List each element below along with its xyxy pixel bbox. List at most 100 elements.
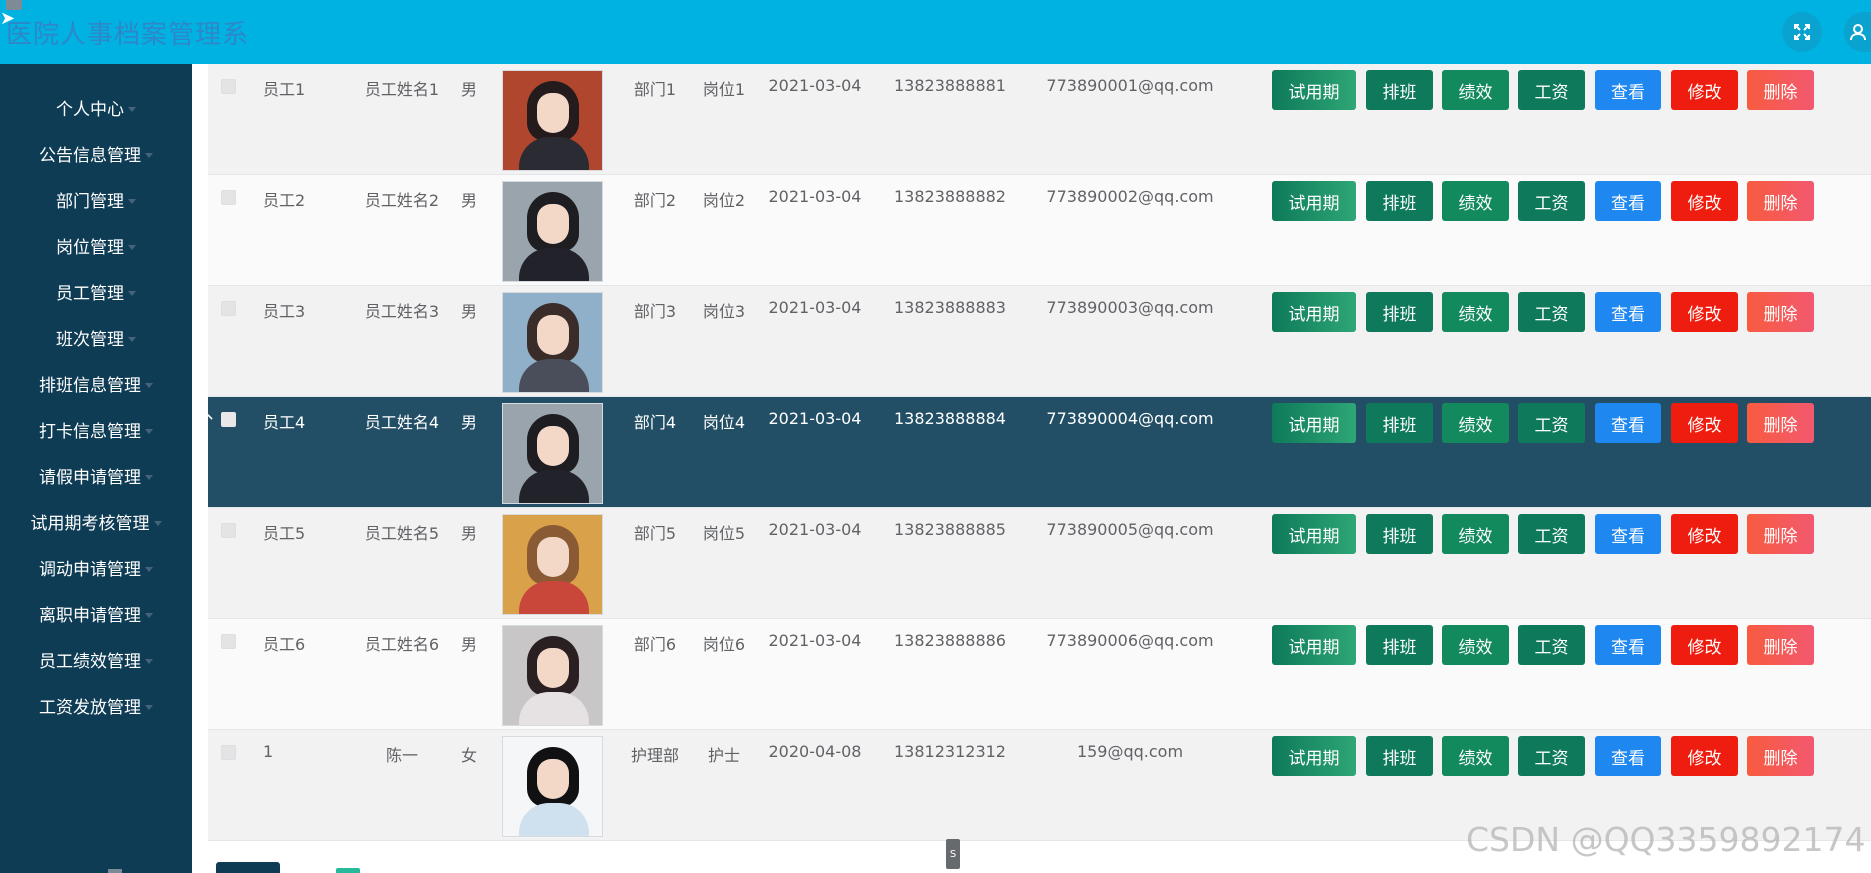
edit-button[interactable]: 修改 [1671,403,1738,443]
wage-button[interactable]: 工资 [1518,292,1585,332]
performance-button[interactable]: 绩效 [1442,625,1509,665]
table-row[interactable]: 员工1 员工姓名1 男 部门1 岗位1 2021-03-04 138238888… [208,64,1871,175]
sidebar-item-notice[interactable]: 公告信息管理 [0,130,192,176]
schedule-button[interactable]: 排班 [1366,736,1433,776]
performance-button[interactable]: 绩效 [1442,292,1509,332]
sidebar-item-personal-center[interactable]: 个人中心 [0,84,192,130]
probation-button[interactable]: 试用期 [1272,625,1356,665]
delete-button[interactable]: 删除 [1747,625,1814,665]
employee-name: 员工姓名1 [364,80,440,99]
performance-button[interactable]: 绩效 [1442,403,1509,443]
edit-button[interactable]: 修改 [1671,625,1738,665]
row-checkbox[interactable] [221,412,236,427]
schedule-button[interactable]: 排班 [1366,514,1433,554]
employee-photo[interactable] [502,514,603,615]
sidebar-item-label: 岗位管理 [56,237,124,258]
sidebar-item-resignation[interactable]: 离职申请管理 [0,590,192,636]
fullscreen-button[interactable] [1782,12,1822,52]
sidebar-item-shift[interactable]: 班次管理 [0,314,192,360]
pagination-button[interactable] [336,868,360,873]
delete-button[interactable]: 删除 [1747,403,1814,443]
view-button[interactable]: 查看 [1595,625,1661,665]
chevron-down-icon [153,520,162,526]
performance-button[interactable]: 绩效 [1442,181,1509,221]
photo-face [537,648,569,688]
delete-button[interactable]: 删除 [1747,736,1814,776]
pagination-button[interactable] [216,862,280,873]
view-button[interactable]: 查看 [1595,181,1661,221]
sidebar-item-wage[interactable]: 工资发放管理 [0,682,192,728]
table-row[interactable]: 员工5 员工姓名5 男 部门5 岗位5 2021-03-04 138238888… [208,508,1871,619]
probation-button[interactable]: 试用期 [1272,292,1356,332]
edit-button[interactable]: 修改 [1671,736,1738,776]
row-checkbox[interactable] [221,634,236,649]
employee-join-date: 2021-03-04 [768,631,862,650]
view-button[interactable]: 查看 [1595,403,1661,443]
scroll-tag[interactable]: S [946,839,960,869]
probation-button[interactable]: 试用期 [1272,181,1356,221]
edit-button[interactable]: 修改 [1671,181,1738,221]
wage-button[interactable]: 工资 [1518,514,1585,554]
sidebar-item-label: 班次管理 [56,329,124,350]
edit-button[interactable]: 修改 [1671,514,1738,554]
schedule-button[interactable]: 排班 [1366,625,1433,665]
sidebar-item-clock-in[interactable]: 打卡信息管理 [0,406,192,452]
row-checkbox[interactable] [221,523,236,538]
view-button[interactable]: 查看 [1595,70,1661,110]
employee-photo[interactable] [502,292,603,393]
probation-button[interactable]: 试用期 [1272,736,1356,776]
watermark: CSDN @QQ3359892174 [1466,820,1866,859]
row-checkbox[interactable] [221,745,236,760]
row-checkbox[interactable] [221,190,236,205]
sidebar-item-label: 排班信息管理 [39,375,141,396]
wage-button[interactable]: 工资 [1518,403,1585,443]
sidebar-item-post[interactable]: 岗位管理 [0,222,192,268]
schedule-button[interactable]: 排班 [1366,181,1433,221]
table-row[interactable]: 员工3 员工姓名3 男 部门3 岗位3 2021-03-04 138238888… [208,286,1871,397]
delete-button[interactable]: 删除 [1747,292,1814,332]
employee-photo[interactable] [502,403,603,504]
delete-button[interactable]: 删除 [1747,70,1814,110]
performance-button[interactable]: 绩效 [1442,70,1509,110]
schedule-button[interactable]: 排班 [1366,70,1433,110]
row-checkbox[interactable] [221,79,236,94]
sidebar-item-probation[interactable]: 试用期考核管理 [0,498,192,544]
edit-button[interactable]: 修改 [1671,292,1738,332]
wage-button[interactable]: 工资 [1518,625,1585,665]
schedule-button[interactable]: 排班 [1366,403,1433,443]
table-row[interactable]: 员工4 员工姓名4 男 部门4 岗位4 2021-03-04 138238888… [208,397,1871,508]
view-button[interactable]: 查看 [1595,292,1661,332]
employee-photo[interactable] [502,736,603,837]
row-checkbox[interactable] [221,301,236,316]
sidebar-item-scheduling[interactable]: 排班信息管理 [0,360,192,406]
performance-button[interactable]: 绩效 [1442,736,1509,776]
performance-button[interactable]: 绩效 [1442,514,1509,554]
sidebar-item-department[interactable]: 部门管理 [0,176,192,222]
employee-photo[interactable] [502,70,603,171]
table-row[interactable]: 员工2 员工姓名2 男 部门2 岗位2 2021-03-04 138238888… [208,175,1871,286]
probation-button[interactable]: 试用期 [1272,403,1356,443]
delete-button[interactable]: 删除 [1747,514,1814,554]
schedule-button[interactable]: 排班 [1366,292,1433,332]
employee-photo[interactable] [502,181,603,282]
wage-button[interactable]: 工资 [1518,70,1585,110]
employee-phone: 13823888886 [894,631,1006,650]
employee-id: 员工4 [263,413,306,432]
probation-button[interactable]: 试用期 [1272,514,1356,554]
user-avatar-button[interactable] [1844,12,1871,52]
wage-button[interactable]: 工资 [1518,736,1585,776]
wage-button[interactable]: 工资 [1518,181,1585,221]
probation-button[interactable]: 试用期 [1272,70,1356,110]
view-button[interactable]: 查看 [1595,514,1661,554]
table-row[interactable]: 员工6 员工姓名6 男 部门6 岗位6 2021-03-04 138238888… [208,619,1871,730]
sidebar-item-employee[interactable]: 员工管理 [0,268,192,314]
employee-photo[interactable] [502,625,603,726]
sidebar-item-performance[interactable]: 员工绩效管理 [0,636,192,682]
delete-button[interactable]: 删除 [1747,181,1814,221]
sidebar-scroll-handle[interactable] [108,869,122,873]
edit-button[interactable]: 修改 [1671,70,1738,110]
user-icon [1849,24,1866,41]
sidebar-item-leave[interactable]: 请假申请管理 [0,452,192,498]
sidebar-item-transfer[interactable]: 调动申请管理 [0,544,192,590]
view-button[interactable]: 查看 [1595,736,1661,776]
